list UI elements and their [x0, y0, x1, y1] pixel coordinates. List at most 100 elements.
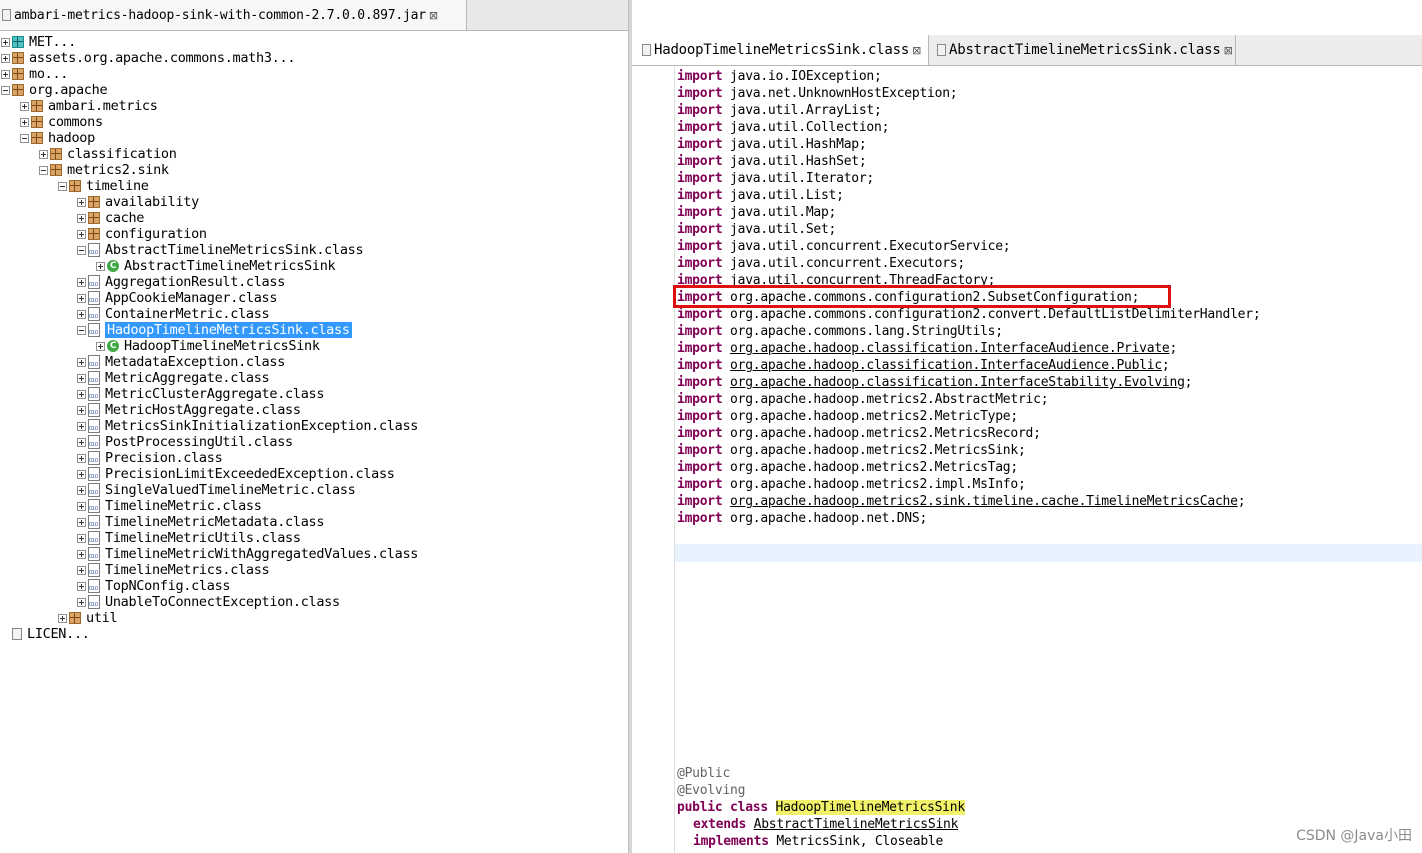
tree-item[interactable]: ambari.metrics	[20, 98, 158, 114]
expand-icon[interactable]	[77, 421, 86, 431]
expand-icon[interactable]	[1, 69, 10, 79]
collapse-icon[interactable]	[1, 85, 10, 95]
tree-item[interactable]: C AbstractTimelineMetricsSink	[96, 258, 336, 274]
tree-item[interactable]: availability	[77, 194, 199, 210]
expand-icon[interactable]	[77, 597, 86, 607]
tree-item[interactable]: Precision.class	[77, 450, 223, 466]
import-path[interactable]: org.apache.hadoop.classification.Interfa…	[730, 375, 1185, 390]
tree-item[interactable]: HadoopTimelineMetricsSink.class	[77, 322, 352, 338]
collapse-icon[interactable]	[77, 325, 86, 335]
expand-icon[interactable]	[77, 469, 86, 479]
tree-item[interactable]: TimelineMetricUtils.class	[77, 530, 301, 546]
collapse-icon[interactable]	[58, 181, 67, 191]
import-path: org.apache.hadoop.metrics2.impl.MsInfo;	[730, 477, 1026, 492]
tree-item-label: AggregationResult.class	[105, 274, 286, 290]
tree-item[interactable]: AbstractTimelineMetricsSink.class	[77, 242, 364, 258]
import-keyword: import	[677, 137, 723, 152]
tree-item[interactable]: MetricHostAggregate.class	[77, 402, 301, 418]
tree-item[interactable]: AggregationResult.class	[77, 274, 285, 290]
tree-item[interactable]: util	[58, 610, 118, 626]
expand-icon[interactable]	[77, 453, 86, 463]
close-icon[interactable]: ⊠	[912, 44, 921, 57]
tree-item[interactable]: MetadataException.class	[77, 354, 285, 370]
import-path[interactable]: org.apache.hadoop.classification.Interfa…	[730, 358, 1162, 373]
class-file-icon	[88, 291, 100, 305]
collapse-icon[interactable]	[39, 165, 48, 175]
expand-icon[interactable]	[77, 293, 86, 303]
tree-item[interactable]: timeline	[58, 178, 149, 194]
import-path[interactable]: org.apache.hadoop.metrics2.sink.timeline…	[730, 494, 1238, 509]
tree-item[interactable]: hadoop	[20, 130, 95, 146]
import-semicolon: ;	[1169, 341, 1178, 356]
tree-item[interactable]: SingleValuedTimelineMetric.class	[77, 482, 356, 498]
tab-abstract-timeline-metrics-sink[interactable]: AbstractTimelineMetricsSink.class ⊠	[929, 35, 1236, 65]
expand-icon[interactable]	[77, 309, 86, 319]
tree-item[interactable]: mo...	[1, 66, 68, 82]
expand-icon[interactable]	[20, 117, 29, 127]
code-editor[interactable]: import java.io.IOException; import java.n…	[632, 66, 1422, 853]
class-file-icon	[88, 451, 100, 465]
import-line: import java.util.concurrent.ExecutorServ…	[677, 238, 1011, 255]
expand-icon[interactable]	[77, 277, 86, 287]
close-icon[interactable]: ⊠	[1224, 44, 1233, 57]
tree-item[interactable]: org.apache	[1, 82, 108, 98]
expand-icon[interactable]	[20, 101, 29, 111]
expand-icon[interactable]	[77, 565, 86, 575]
collapse-icon[interactable]	[77, 245, 86, 255]
expand-icon[interactable]	[1, 53, 10, 63]
expand-icon[interactable]	[77, 229, 86, 239]
expand-icon[interactable]	[39, 149, 48, 159]
expand-icon[interactable]	[77, 533, 86, 543]
tree-item[interactable]: commons	[20, 114, 103, 130]
expand-icon[interactable]	[58, 613, 67, 623]
expand-icon[interactable]	[77, 213, 86, 223]
tree-item[interactable]: TimelineMetric.class	[77, 498, 262, 514]
tree-item[interactable]: PrecisionLimitExceededException.class	[77, 466, 395, 482]
tree-item-label: MET...	[29, 34, 76, 50]
expand-icon[interactable]	[77, 549, 86, 559]
close-icon[interactable]: ⊠	[429, 9, 438, 22]
tree-item[interactable]: MetricsSinkInitializationException.class	[77, 418, 418, 434]
import-path[interactable]: org.apache.hadoop.classification.Interfa…	[730, 341, 1170, 356]
tree-item[interactable]: ContainerMetric.class	[77, 306, 270, 322]
expand-icon[interactable]	[77, 437, 86, 447]
tree-item[interactable]: classification	[39, 146, 177, 162]
tab-hadoop-timeline-metrics-sink[interactable]: HadoopTimelineMetricsSink.class ⊠	[632, 35, 929, 65]
tree-item[interactable]: MetricClusterAggregate.class	[77, 386, 324, 402]
expand-icon[interactable]	[77, 501, 86, 511]
expand-icon[interactable]	[77, 389, 86, 399]
jar-tab[interactable]: ambari-metrics-hadoop-sink-with-common-2…	[0, 0, 467, 30]
tree-item-label: LICEN...	[27, 626, 90, 642]
tree-item[interactable]: assets.org.apache.commons.math3...	[1, 50, 295, 66]
expand-icon[interactable]	[77, 485, 86, 495]
expand-icon[interactable]	[77, 373, 86, 383]
collapse-icon[interactable]	[20, 133, 29, 143]
expand-icon[interactable]	[77, 581, 86, 591]
tree-item[interactable]: TimelineMetrics.class	[77, 562, 270, 578]
class-name[interactable]: HadoopTimelineMetricsSink	[775, 800, 965, 815]
expand-icon[interactable]	[96, 341, 105, 351]
tree-item[interactable]: cache	[77, 210, 144, 226]
tree-item[interactable]: MetricAggregate.class	[77, 370, 270, 386]
tree-item-label: org.apache	[29, 82, 108, 98]
tree-item[interactable]: configuration	[77, 226, 207, 242]
extends-class-link[interactable]: AbstractTimelineMetricsSink	[754, 817, 959, 832]
tree-item[interactable]: TimelineMetricMetadata.class	[77, 514, 324, 530]
expand-icon[interactable]	[77, 405, 86, 415]
tree-item[interactable]: MET...	[1, 34, 76, 50]
tree-item[interactable]: metrics2.sink	[39, 162, 169, 178]
expand-icon[interactable]	[96, 261, 105, 271]
tree-item[interactable]: LICEN...	[1, 626, 90, 642]
expand-icon[interactable]	[77, 517, 86, 527]
expand-icon[interactable]	[1, 37, 10, 47]
import-keyword: import	[677, 511, 723, 526]
expand-icon[interactable]	[77, 197, 86, 207]
tree-item[interactable]: PostProcessingUtil.class	[77, 434, 293, 450]
tree-item[interactable]: TopNConfig.class	[77, 578, 231, 594]
tree-item[interactable]: TimelineMetricWithAggregatedValues.class	[77, 546, 418, 562]
tree-item[interactable]: C HadoopTimelineMetricsSink	[96, 338, 320, 354]
expand-icon[interactable]	[77, 357, 86, 367]
tree-item[interactable]: UnableToConnectException.class	[77, 594, 340, 610]
tree-item[interactable]: AppCookieManager.class	[77, 290, 278, 306]
import-line: import java.util.Map;	[677, 204, 836, 221]
